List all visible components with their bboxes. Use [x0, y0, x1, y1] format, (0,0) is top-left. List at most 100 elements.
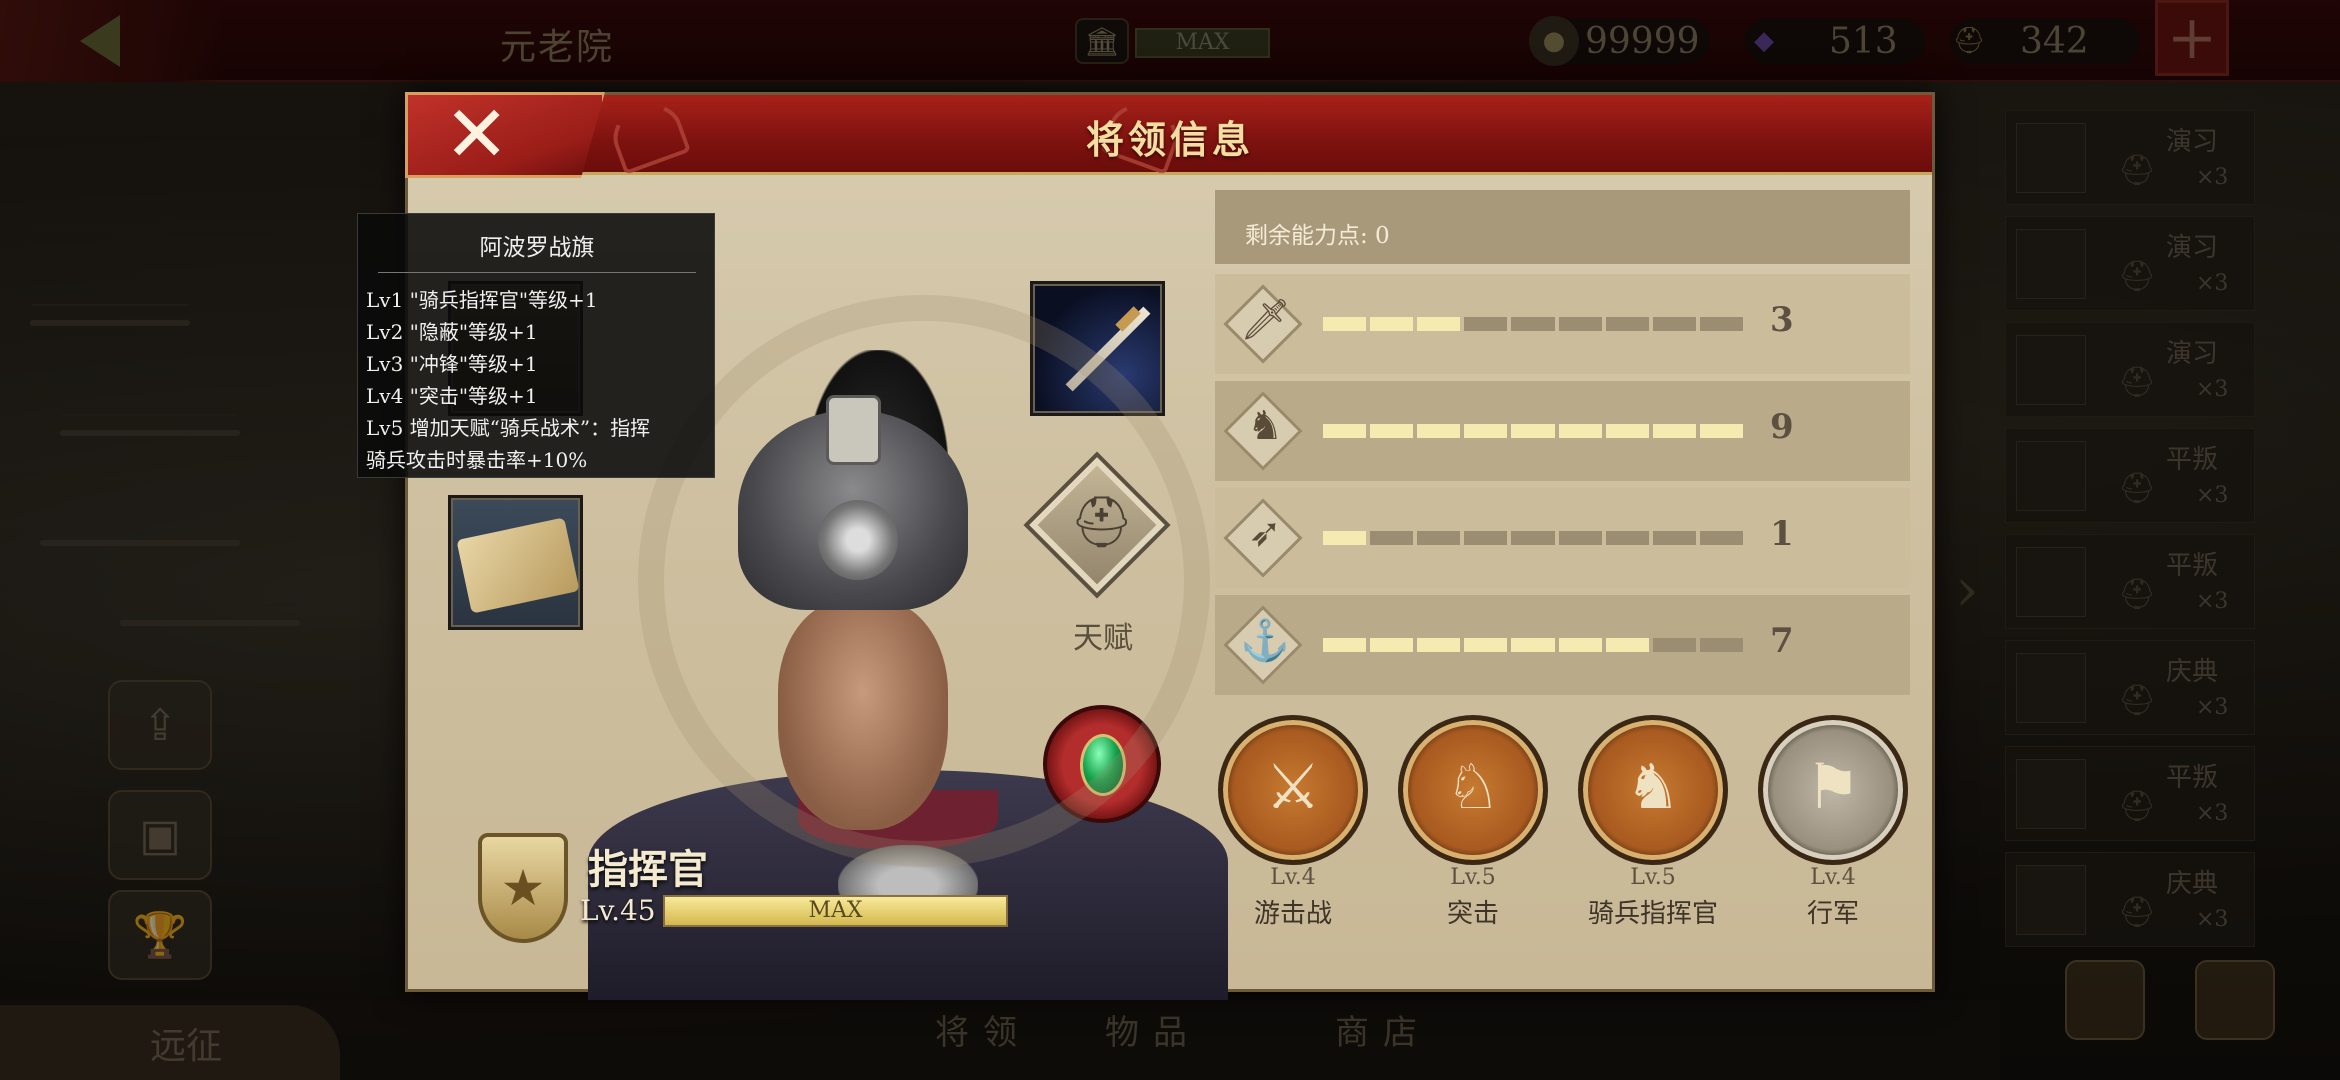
- skill-level: Lv.4: [1810, 865, 1856, 890]
- tooltip-line: Lv2 "隐蔽"等级+1: [366, 320, 538, 344]
- stat-segment: [1323, 638, 1367, 652]
- stat-segment: [1605, 531, 1649, 545]
- stat-row: 🗡 3: [1215, 274, 1910, 374]
- dialog-header: 将领信息: [408, 94, 1932, 176]
- stat-segment: [1652, 317, 1696, 331]
- skill-badge[interactable]: ♘ Lv.5 突击: [1398, 715, 1548, 935]
- stat-segment: [1699, 424, 1743, 438]
- item-tooltip: 阿波罗战旗 Lv1 "骑兵指挥官"等级+1 Lv2 "隐蔽"等级+1 Lv3 "…: [357, 213, 715, 478]
- stat-segment: [1699, 317, 1743, 331]
- stat-segment: [1558, 424, 1602, 438]
- stat-row: ➶ 1: [1215, 488, 1910, 588]
- helmet-crest: [826, 395, 881, 465]
- stat-value: 3: [1770, 300, 1794, 340]
- skill-name: 行军: [1806, 899, 1859, 929]
- stat-segment: [1370, 531, 1414, 545]
- tooltip-line: Lv3 "冲锋"等级+1: [366, 352, 538, 376]
- stat-segment: [1370, 638, 1414, 652]
- stat-bar: [1323, 638, 1743, 652]
- stat-segment: [1464, 317, 1508, 331]
- skill-art: ⚑: [1805, 750, 1861, 823]
- stat-segment: [1605, 638, 1649, 652]
- collar: [798, 790, 998, 850]
- stat-segment: [1605, 424, 1649, 438]
- stat-value: 7: [1770, 621, 1794, 661]
- stat-bar: [1323, 317, 1743, 331]
- tooltip-line: Lv5 增加天赋“骑兵战术”：指挥: [366, 416, 651, 440]
- xp-text: MAX: [808, 898, 863, 923]
- helmet-icon: ⛑: [1070, 493, 1134, 551]
- skill-level: Lv.5: [1450, 865, 1496, 890]
- tooltip-line: Lv4 "突击"等级+1: [366, 384, 538, 408]
- stat-segment: [1323, 317, 1367, 331]
- stat-segment: [1558, 317, 1602, 331]
- helmet-plume: [808, 350, 948, 520]
- skill-art: ♘: [1445, 750, 1501, 823]
- stat-value: 9: [1770, 407, 1794, 447]
- anchor-icon: ⚓: [1240, 618, 1290, 664]
- skill-level: Lv.4: [1270, 865, 1316, 890]
- sword-icon: 🗡: [1240, 297, 1291, 343]
- stat-bar: [1323, 531, 1743, 545]
- skill-art: ♞: [1625, 750, 1681, 823]
- stat-segment: [1464, 531, 1508, 545]
- stat-bar: [1323, 424, 1743, 438]
- stat-segment: [1699, 638, 1743, 652]
- tooltip-title: 阿波罗战旗: [378, 228, 696, 273]
- stat-segment: [1699, 531, 1743, 545]
- level-label: Lv.45: [580, 894, 656, 927]
- stat-row: ⚓ 7: [1215, 595, 1910, 695]
- tooltip-line: 骑兵攻击时暴击率+10%: [366, 448, 588, 472]
- stat-segment: [1323, 531, 1367, 545]
- talent-label: 天赋: [1073, 621, 1133, 656]
- stat-segment: [1652, 638, 1696, 652]
- stat-segment: [1511, 317, 1555, 331]
- skill-name: 突击: [1446, 899, 1499, 929]
- stat-segment: [1558, 531, 1602, 545]
- sword-icon: [1065, 306, 1151, 392]
- tooltip-line: Lv1 "骑兵指挥官"等级+1: [366, 288, 598, 312]
- face: [778, 600, 948, 830]
- scroll-slot[interactable]: [448, 495, 583, 630]
- stat-segment: [1511, 638, 1555, 652]
- skill-badge[interactable]: ⚑ Lv.4 行军: [1758, 715, 1908, 935]
- dialog-title: 将领信息: [1085, 117, 1254, 162]
- stat-segment: [1511, 424, 1555, 438]
- skill-badge[interactable]: ⚔ Lv.4 游击战: [1218, 715, 1368, 935]
- talent-button[interactable]: [1023, 451, 1171, 599]
- bow-icon: ➶: [1248, 510, 1282, 556]
- stat-segment: [1558, 638, 1602, 652]
- skill-name: 骑兵指挥官: [1587, 899, 1718, 929]
- helmet-medallion: [818, 500, 898, 580]
- stat-segment: [1417, 531, 1461, 545]
- xp-bar: MAX: [663, 895, 1008, 927]
- stat-segment: [1464, 424, 1508, 438]
- stat-segment: [1605, 317, 1649, 331]
- skill-name: 游击战: [1253, 899, 1332, 929]
- rank-star-icon: ★: [478, 833, 568, 943]
- close-icon: ✕: [444, 90, 510, 180]
- gem-slot[interactable]: [1043, 705, 1161, 823]
- close-button[interactable]: ✕: [405, 92, 605, 178]
- emerald-icon: [1080, 734, 1126, 796]
- skill-badge[interactable]: ♞ Lv.5 骑兵指挥官: [1578, 715, 1728, 935]
- stat-segment: [1417, 317, 1461, 331]
- scroll-icon: [456, 517, 580, 614]
- tooltip-body: Lv1 "骑兵指挥官"等级+1 Lv2 "隐蔽"等级+1 Lv3 "冲锋"等级+…: [366, 284, 650, 476]
- stat-segment: [1652, 424, 1696, 438]
- rank-title: 指挥官: [588, 846, 708, 893]
- stat-value: 1: [1770, 514, 1794, 554]
- skill-level: Lv.5: [1630, 865, 1676, 890]
- stat-row: ♞ 9: [1215, 381, 1910, 481]
- skill-art: ⚔: [1265, 750, 1321, 823]
- horse-icon: ♞: [1247, 403, 1283, 449]
- stat-segment: [1511, 531, 1555, 545]
- stat-segment: [1652, 531, 1696, 545]
- sword-slot[interactable]: [1030, 281, 1165, 416]
- remaining-points: 剩余能力点: 0: [1215, 190, 1910, 264]
- helmet: [738, 410, 968, 610]
- stat-segment: [1417, 424, 1461, 438]
- stat-segment: [1417, 638, 1461, 652]
- stat-segment: [1370, 317, 1414, 331]
- stat-segment: [1323, 424, 1367, 438]
